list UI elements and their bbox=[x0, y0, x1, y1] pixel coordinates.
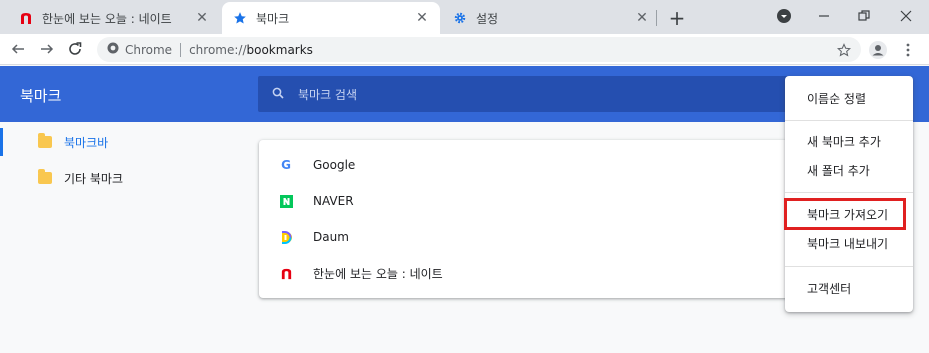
url-host: bookmarks bbox=[246, 42, 313, 57]
search-placeholder: 북마크 검색 bbox=[298, 87, 358, 102]
naver-icon bbox=[279, 194, 293, 208]
sidebar-item-label: 기타 북마크 bbox=[64, 171, 124, 186]
menu-item-add-folder[interactable]: 새 폴더 추가 bbox=[785, 156, 913, 184]
sidebar-item-bookmarks-bar[interactable]: 북마크바 bbox=[0, 122, 240, 162]
new-tab-button[interactable]: + bbox=[665, 6, 689, 30]
menu-item-label: 이름순 정렬 bbox=[807, 91, 867, 106]
menu-divider bbox=[785, 266, 913, 267]
tab-strip: 한눈에 보는 오늘 : 네이트 ✕ 북마크 ✕ 설정 ✕ + bbox=[0, 0, 929, 34]
list-item[interactable]: NAVER bbox=[259, 183, 819, 219]
restore-icon[interactable] bbox=[850, 4, 878, 28]
nate-icon bbox=[279, 266, 293, 280]
daum-icon bbox=[279, 230, 293, 244]
organize-menu: 이름순 정렬 새 북마크 추가 새 폴더 추가 북마크 가져오기 북마크 내보내… bbox=[785, 76, 913, 312]
list-item[interactable]: G Google bbox=[259, 147, 819, 183]
omnibox-separator bbox=[180, 42, 182, 57]
menu-item-help-center[interactable]: 고객센터 bbox=[785, 274, 913, 302]
menu-divider bbox=[785, 120, 913, 121]
list-item[interactable]: Daum bbox=[259, 219, 819, 255]
reload-icon[interactable] bbox=[64, 38, 86, 60]
close-icon[interactable]: ✕ bbox=[194, 10, 210, 26]
chrome-logo-icon bbox=[107, 42, 119, 57]
list-item[interactable]: 한눈에 보는 오늘 : 네이트 bbox=[259, 255, 819, 291]
window-close-icon[interactable] bbox=[892, 4, 920, 28]
tab-settings[interactable]: 설정 ✕ bbox=[442, 2, 660, 34]
bookmark-title: NAVER bbox=[313, 194, 354, 208]
close-icon[interactable]: ✕ bbox=[414, 10, 430, 26]
star-icon bbox=[232, 10, 248, 26]
folder-icon bbox=[38, 169, 52, 184]
bookmark-title: Daum bbox=[313, 230, 349, 244]
menu-item-label: 새 폴더 추가 bbox=[807, 163, 870, 178]
menu-item-add-bookmark[interactable]: 새 북마크 추가 bbox=[785, 127, 913, 155]
url-scheme: chrome:// bbox=[189, 42, 247, 57]
toolbar: Chrome chrome://bookmarks bbox=[0, 34, 929, 65]
profile-menu-icon[interactable] bbox=[770, 4, 798, 28]
highlight-box bbox=[784, 198, 906, 230]
sidebar-item-other-bookmarks[interactable]: 기타 북마크 bbox=[0, 158, 240, 198]
gear-icon bbox=[452, 10, 468, 26]
account-icon[interactable] bbox=[866, 38, 890, 62]
address-bar[interactable]: Chrome chrome://bookmarks bbox=[97, 37, 861, 62]
bookmark-title: 한눈에 보는 오늘 : 네이트 bbox=[313, 266, 443, 281]
more-menu-icon[interactable] bbox=[896, 38, 920, 62]
tab-bookmarks[interactable]: 북마크 ✕ bbox=[222, 2, 440, 34]
close-icon[interactable]: ✕ bbox=[634, 10, 650, 26]
page-title: 북마크 bbox=[20, 87, 62, 105]
bookmark-star-icon[interactable] bbox=[835, 41, 853, 59]
search-icon bbox=[272, 87, 284, 102]
menu-item-sort-by-name[interactable]: 이름순 정렬 bbox=[785, 84, 913, 112]
nate-icon bbox=[18, 10, 34, 26]
forward-icon[interactable] bbox=[36, 38, 58, 60]
menu-divider bbox=[785, 192, 913, 193]
folder-sidebar: 북마크바 기타 북마크 bbox=[0, 122, 240, 353]
menu-item-label: 고객센터 bbox=[807, 281, 852, 296]
tab-title: 설정 bbox=[476, 11, 499, 26]
tab-nate[interactable]: 한눈에 보는 오늘 : 네이트 ✕ bbox=[8, 2, 220, 34]
bookmark-title: Google bbox=[313, 158, 356, 172]
sidebar-item-label: 북마크바 bbox=[64, 135, 109, 150]
site-chip-label: Chrome bbox=[125, 42, 173, 57]
bookmark-search-input[interactable]: 북마크 검색 bbox=[258, 76, 818, 112]
menu-item-export-bookmarks[interactable]: 북마크 내보내기 bbox=[785, 229, 913, 257]
browser-window: 한눈에 보는 오늘 : 네이트 ✕ 북마크 ✕ 설정 ✕ + Chrome ch… bbox=[0, 0, 929, 353]
tab-title: 한눈에 보는 오늘 : 네이트 bbox=[42, 11, 172, 26]
tab-separator bbox=[656, 10, 657, 26]
tab-title: 북마크 bbox=[256, 11, 290, 26]
menu-item-label: 새 북마크 추가 bbox=[807, 134, 881, 149]
folder-icon bbox=[38, 133, 52, 148]
minimize-icon[interactable] bbox=[810, 4, 838, 28]
back-icon[interactable] bbox=[7, 38, 29, 60]
bookmark-list: G Google NAVER Daum 한눈에 보는 오늘 : 네이트 bbox=[259, 140, 819, 298]
google-icon: G bbox=[281, 158, 291, 172]
menu-item-label: 북마크 내보내기 bbox=[807, 236, 889, 251]
